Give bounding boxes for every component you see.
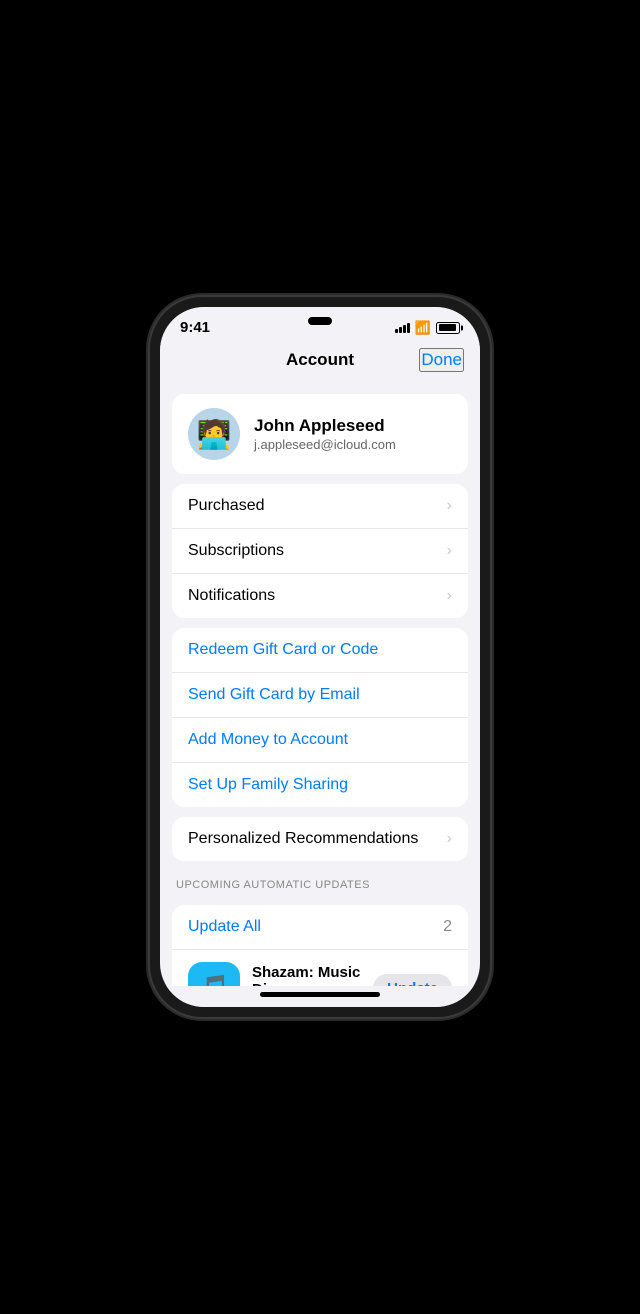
home-indicator <box>260 992 380 997</box>
app-update-row: 🎵 Shazam: Music Discovery Nov 2, 2023 Up… <box>172 950 468 986</box>
page-header: Account Done <box>160 340 480 384</box>
redeem-gift-card-label: Redeem Gift Card or Code <box>188 641 378 659</box>
battery-icon <box>436 322 460 334</box>
add-money-label: Add Money to Account <box>188 731 348 749</box>
menu-section-1: Purchased › Subscriptions › Notification… <box>172 484 468 618</box>
update-count: 2 <box>443 918 452 936</box>
profile-info: John Appleseed j.appleseed@icloud.com <box>254 416 396 452</box>
profile-email: j.appleseed@icloud.com <box>254 437 396 452</box>
updates-card: Update All 2 🎵 Shazam: Music Discovery N… <box>172 905 468 986</box>
purchased-row[interactable]: Purchased › <box>172 484 468 529</box>
updates-section: UPCOMING AUTOMATIC UPDATES Update All 2 … <box>160 871 480 986</box>
profile-card[interactable]: 🧑‍💻 John Appleseed j.appleseed@icloud.co… <box>172 394 468 474</box>
add-money-row[interactable]: Add Money to Account <box>172 718 468 763</box>
updates-section-header: UPCOMING AUTOMATIC UPDATES <box>160 871 480 895</box>
family-sharing-label: Set Up Family Sharing <box>188 776 348 794</box>
update-button[interactable]: Update <box>373 974 452 987</box>
family-sharing-row[interactable]: Set Up Family Sharing <box>172 763 468 807</box>
signal-icon <box>395 322 410 333</box>
subscriptions-row[interactable]: Subscriptions › <box>172 529 468 574</box>
phone-screen: 9:41 📶 Account Done <box>160 307 480 1007</box>
done-button[interactable]: Done <box>419 348 464 372</box>
app-info: Shazam: Music Discovery Nov 2, 2023 <box>252 964 361 987</box>
chevron-icon: › <box>447 497 452 515</box>
redeem-gift-card-row[interactable]: Redeem Gift Card or Code <box>172 628 468 673</box>
dynamic-island <box>308 317 332 325</box>
chevron-icon: › <box>447 830 452 848</box>
personalized-recommendations-label: Personalized Recommendations <box>188 830 418 848</box>
status-icons: 📶 <box>395 320 460 336</box>
send-gift-card-label: Send Gift Card by Email <box>188 686 360 704</box>
shazam-icon: 🎵 <box>188 962 240 986</box>
notifications-label: Notifications <box>188 587 275 605</box>
avatar: 🧑‍💻 <box>188 408 240 460</box>
chevron-icon: › <box>447 587 452 605</box>
menu-section-3: Personalized Recommendations › <box>172 817 468 861</box>
update-all-row[interactable]: Update All 2 <box>172 905 468 950</box>
scroll-content: 🧑‍💻 John Appleseed j.appleseed@icloud.co… <box>160 384 480 986</box>
app-name: Shazam: Music Discovery <box>252 964 361 987</box>
notifications-row[interactable]: Notifications › <box>172 574 468 618</box>
phone-frame: 9:41 📶 Account Done <box>150 297 490 1017</box>
page-title: Account <box>286 350 354 370</box>
subscriptions-label: Subscriptions <box>188 542 284 560</box>
update-all-label: Update All <box>188 918 261 936</box>
personalized-recommendations-row[interactable]: Personalized Recommendations › <box>172 817 468 861</box>
wifi-icon: 📶 <box>415 320 431 336</box>
send-gift-card-row[interactable]: Send Gift Card by Email <box>172 673 468 718</box>
profile-section: 🧑‍💻 John Appleseed j.appleseed@icloud.co… <box>172 394 468 474</box>
bottom-bar <box>160 986 480 1007</box>
profile-name: John Appleseed <box>254 416 396 436</box>
menu-section-2: Redeem Gift Card or Code Send Gift Card … <box>172 628 468 807</box>
chevron-icon: › <box>447 542 452 560</box>
status-time: 9:41 <box>180 319 210 336</box>
purchased-label: Purchased <box>188 497 265 515</box>
